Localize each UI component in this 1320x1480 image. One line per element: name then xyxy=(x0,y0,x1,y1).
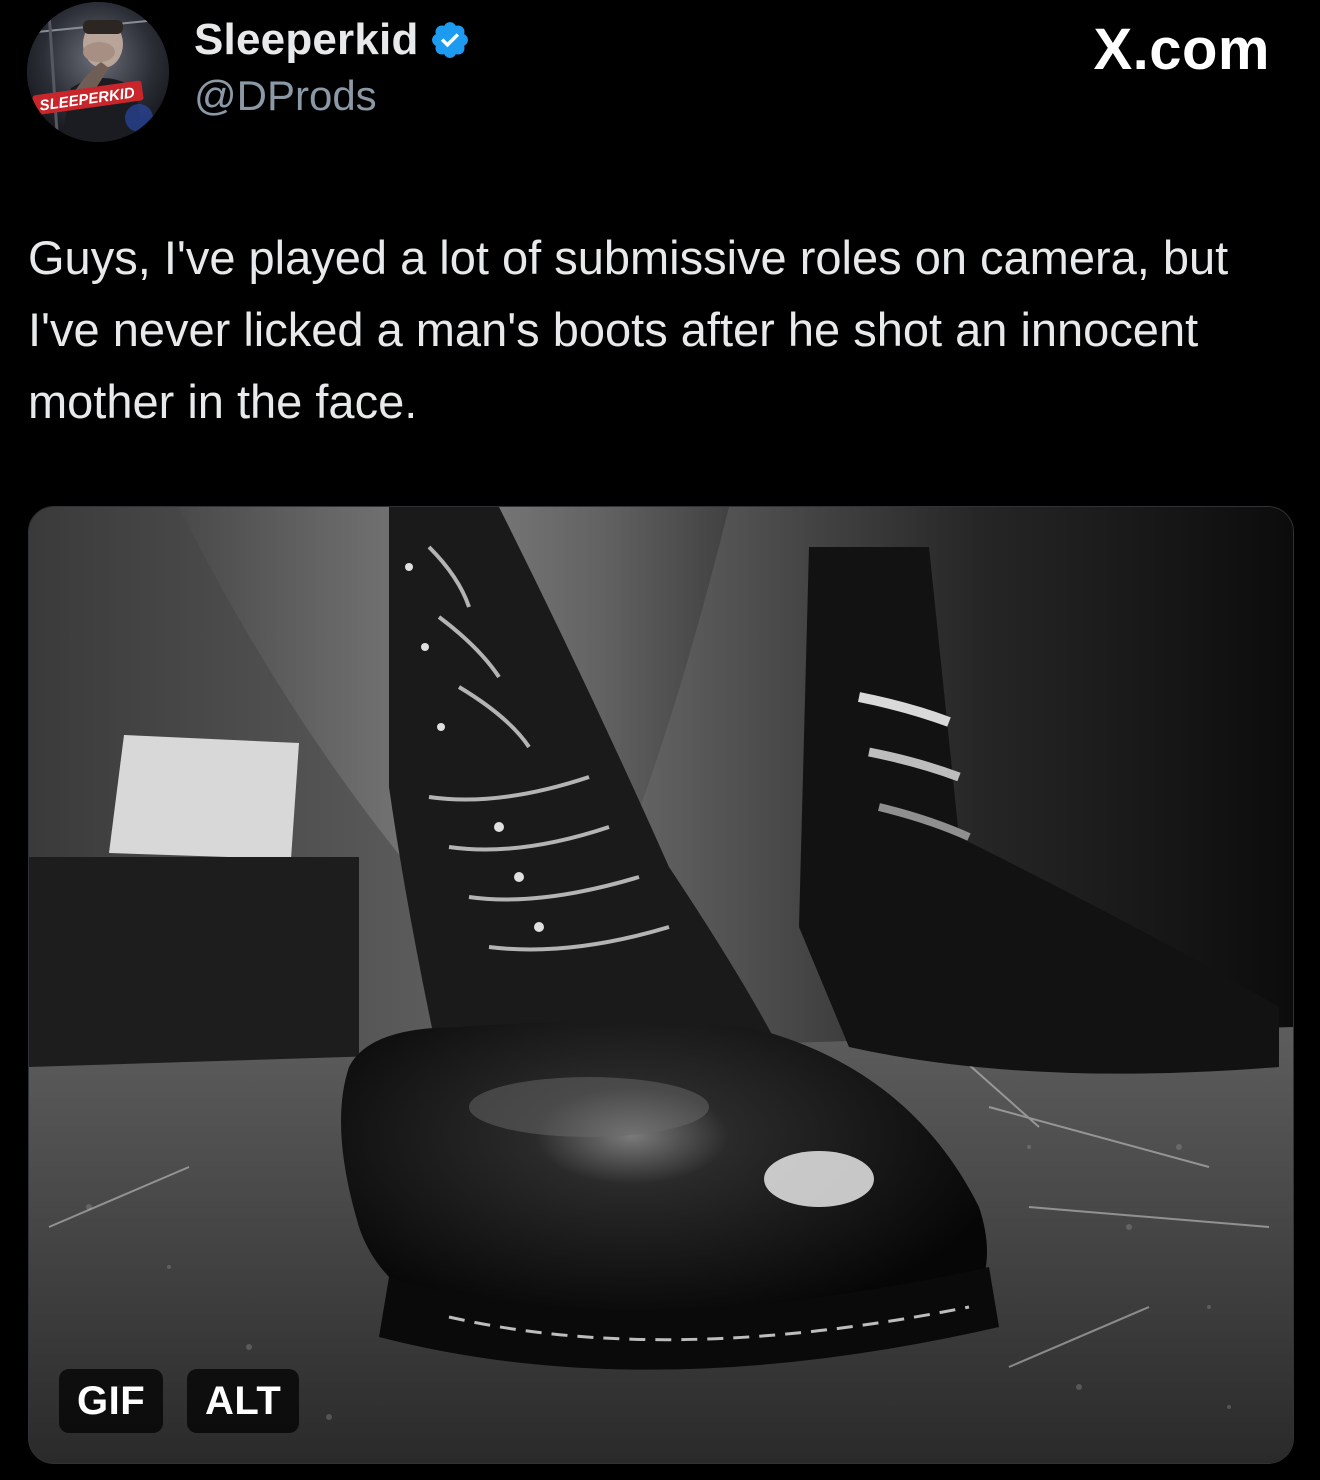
boots-image xyxy=(29,507,1293,1463)
post-text: Guys, I've played a lot of submissive ro… xyxy=(28,231,1229,428)
gif-badge[interactable]: GIF xyxy=(59,1369,164,1433)
display-name[interactable]: Sleeperkid xyxy=(194,15,419,65)
author-block: Sleeperkid @DProds xyxy=(194,14,471,120)
avatar-image: SLEEPERKID xyxy=(27,2,169,142)
brand-label: X.com xyxy=(1093,17,1270,82)
alt-text-button[interactable]: ALT xyxy=(187,1369,300,1433)
verified-badge-icon xyxy=(429,19,471,61)
name-row: Sleeperkid xyxy=(194,14,471,66)
avatar[interactable]: SLEEPERKID xyxy=(27,2,169,142)
post-card: SLEEPERKID Sleeperkid @DProds X.com Guys… xyxy=(0,0,1320,1480)
handle[interactable]: @DProds xyxy=(194,72,471,120)
media-gif[interactable]: GIF ALT xyxy=(28,506,1294,1464)
